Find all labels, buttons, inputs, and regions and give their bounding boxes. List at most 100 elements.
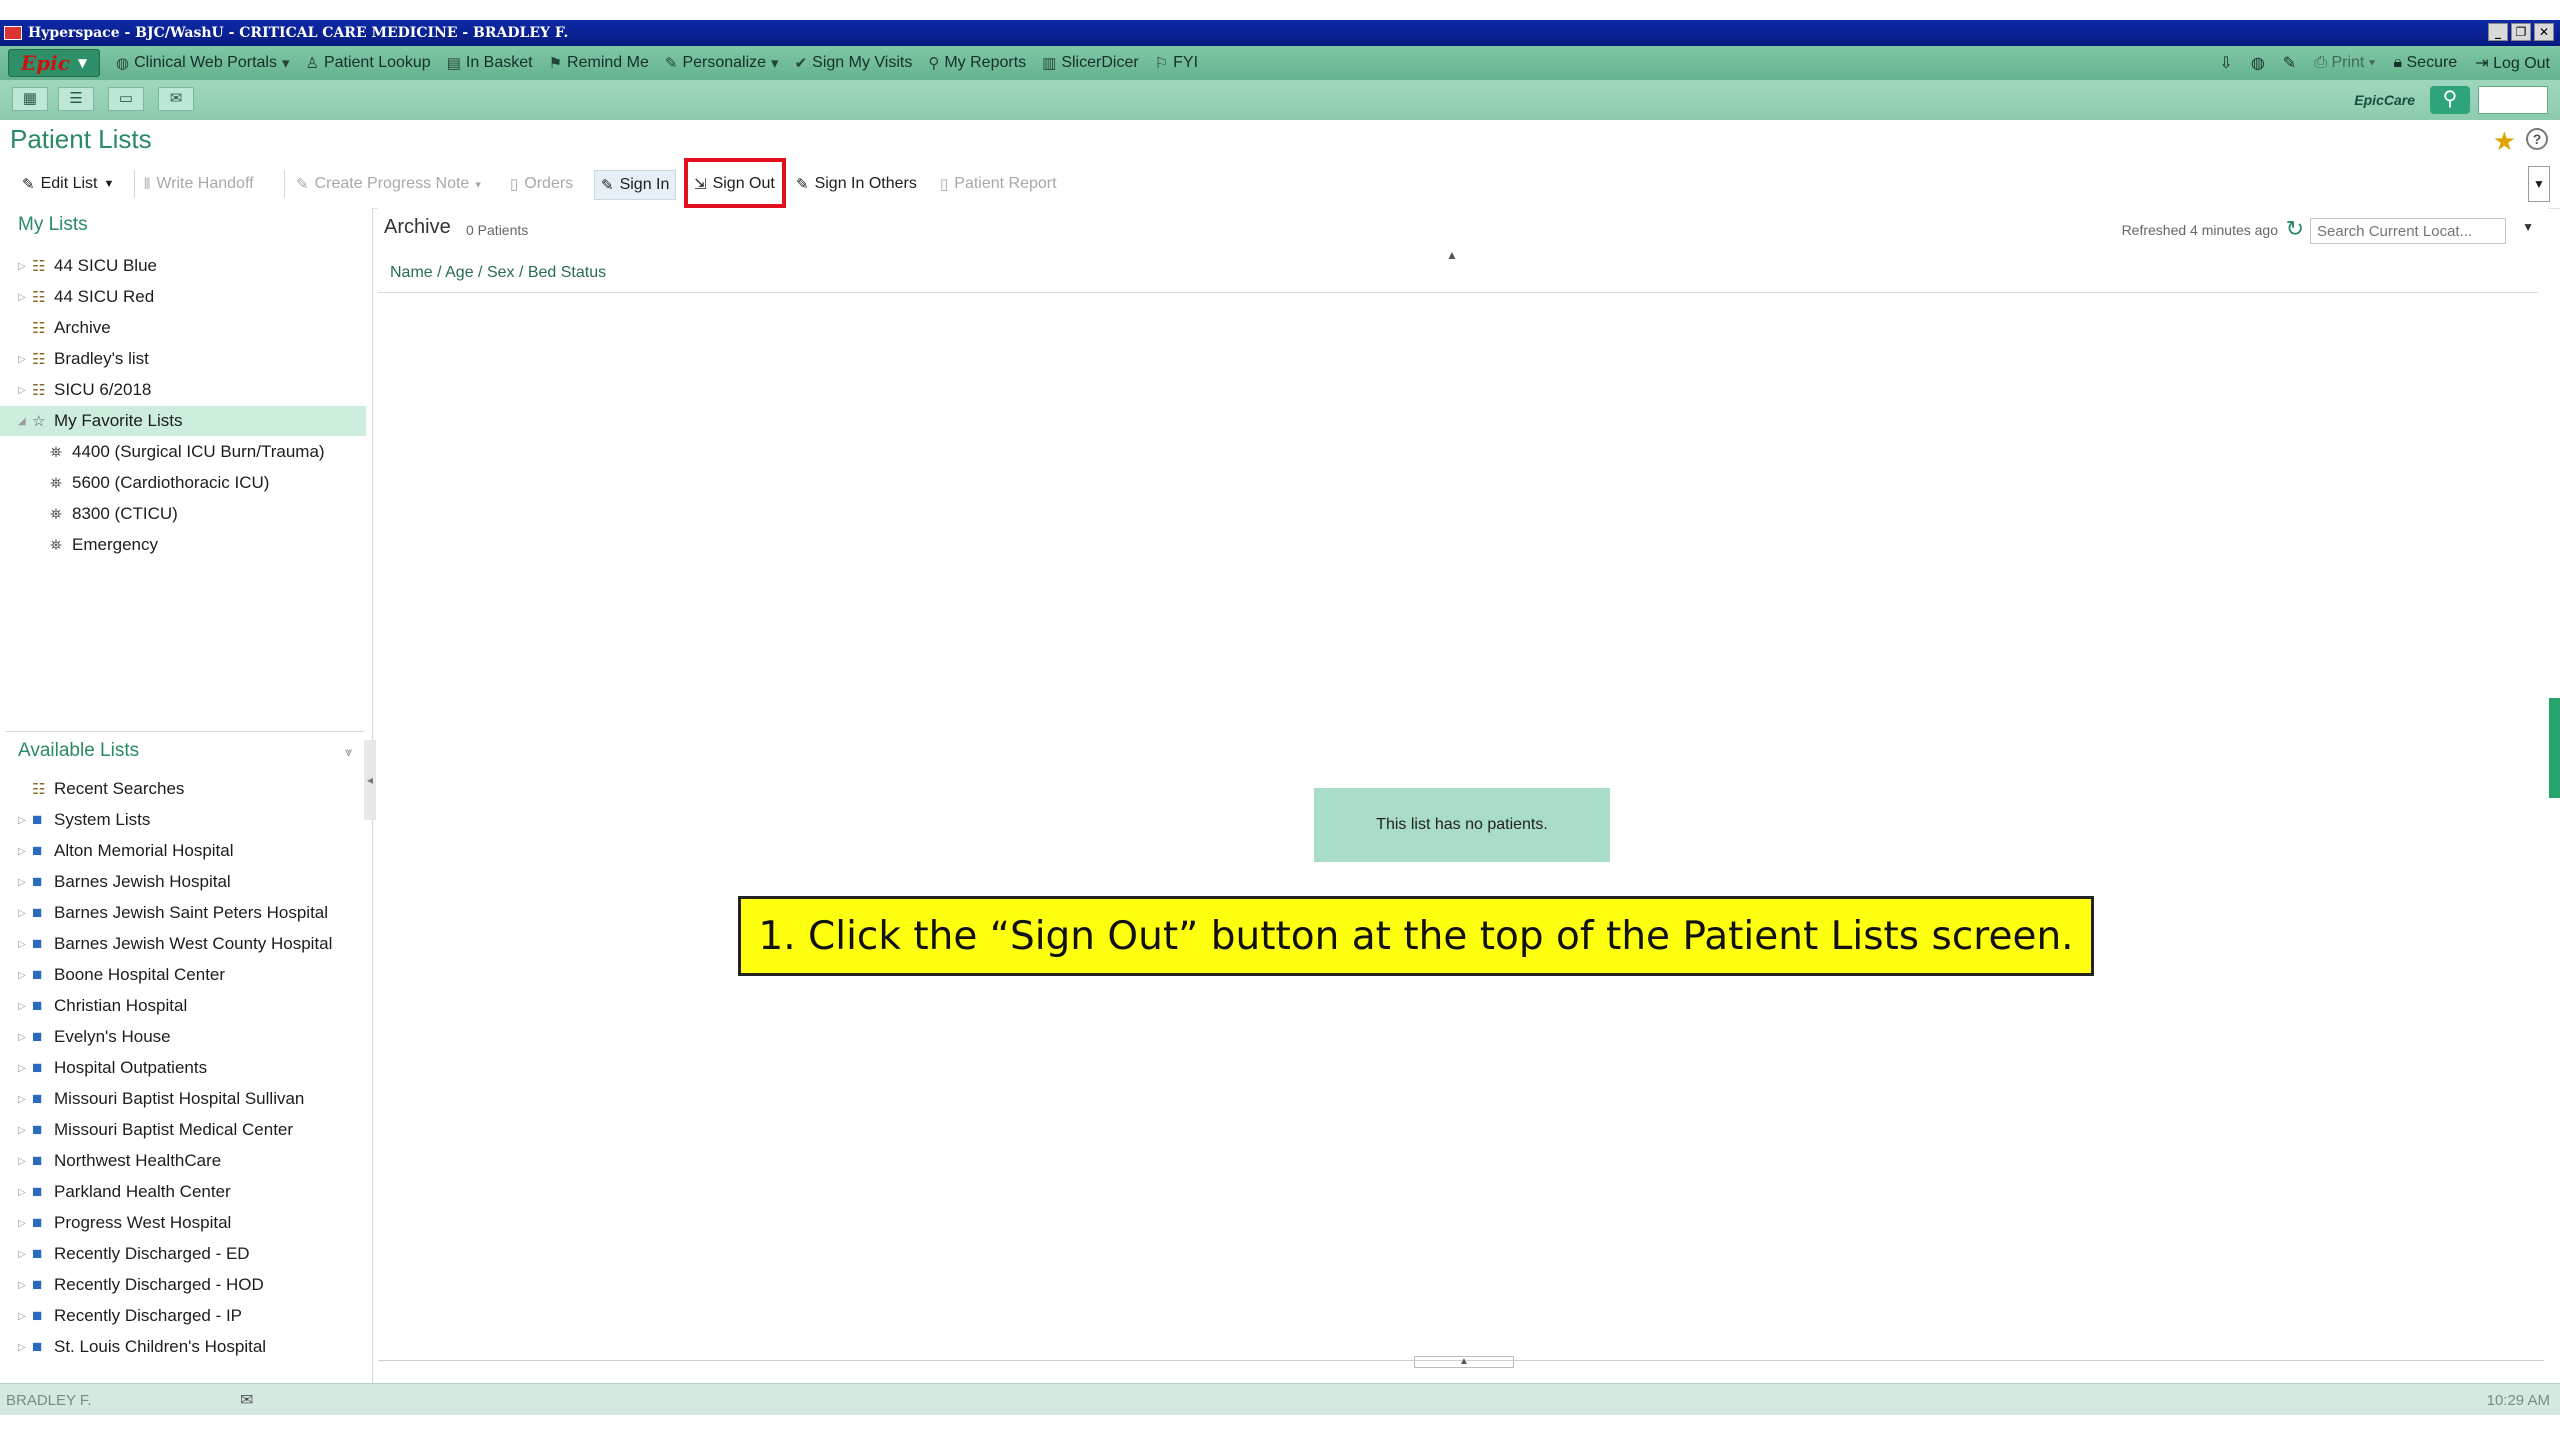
expand-icon[interactable]: ▷ (18, 1249, 32, 1260)
name-age-sex-bed-column[interactable]: Name / Age / Sex / Bed Status (390, 264, 606, 282)
help-icon[interactable]: ? (2526, 128, 2548, 150)
available-list-item[interactable]: ☷ Recent Searches (0, 774, 366, 804)
orders-button[interactable]: ▯ Orders (510, 172, 573, 196)
my-reports-button[interactable]: ⚲ My Reports (928, 54, 1026, 72)
available-list-item[interactable]: ▷ ■ Missouri Baptist Hospital Sullivan (0, 1084, 366, 1114)
available-list-item[interactable]: ▷ ■ Barnes Jewish Saint Peters Hospital (0, 898, 366, 928)
secure-button[interactable]: 🔒︎ Secure (2394, 54, 2458, 72)
sign-in-others-label: Sign In Others (814, 175, 917, 192)
remind-me-button[interactable]: ⚑ Remind Me (549, 54, 649, 72)
star-icon[interactable]: ★ (2493, 126, 2516, 157)
expand-icon[interactable]: ▷ (18, 1218, 32, 1229)
globe-icon[interactable]: ◍ (2251, 53, 2265, 73)
side-panel-tab[interactable] (2549, 698, 2560, 798)
expand-icon[interactable]: ▷ (18, 292, 32, 303)
available-list-item[interactable]: ▷ ■ Missouri Baptist Medical Center (0, 1115, 366, 1145)
available-list-item[interactable]: ▷ ■ Recently Discharged - HOD (0, 1270, 366, 1300)
print-button[interactable]: ⎙ Print ▾ (2314, 54, 2375, 72)
expand-icon[interactable]: ▷ (18, 1280, 32, 1291)
wrench-icon[interactable]: ✎ (2283, 53, 2296, 73)
schedule-icon[interactable]: ▭ (108, 87, 144, 111)
available-list-item[interactable]: ▷ ■ Christian Hospital (0, 991, 366, 1021)
expand-icon[interactable]: ▷ (18, 1001, 32, 1012)
my-list-item[interactable]: ▷ ☷ SICU 6/2018 (0, 375, 366, 405)
list-item-label: Barnes Jewish West County Hospital (54, 934, 333, 953)
column-header[interactable]: Name / Age / Sex / Bed Status (378, 254, 2538, 293)
collapse-icon[interactable]: ◢ (18, 416, 32, 427)
expand-icon[interactable]: ▷ (18, 385, 32, 396)
orders-icon: ▯ (510, 176, 519, 193)
my-list-item[interactable]: ▷ ☷ 44 SICU Blue (0, 251, 366, 281)
expand-icon[interactable]: ▷ (18, 908, 32, 919)
refresh-icon[interactable]: ↻ (2286, 216, 2304, 242)
my-lists-heading: My Lists (18, 214, 88, 235)
favorite-list-item[interactable]: ⛯ 8300 (CTICU) (0, 499, 366, 529)
expand-icon[interactable]: ▷ (18, 939, 32, 950)
expand-icon[interactable]: ▷ (18, 970, 32, 981)
edit-list-button[interactable]: ✎ Edit List ▼ (22, 172, 114, 196)
slicerdicer-button[interactable]: ▥ SlicerDicer (1042, 54, 1139, 72)
expand-icon[interactable]: ▷ (18, 1094, 32, 1105)
available-list-item[interactable]: ▷ ■ St. Louis Children's Hospital (0, 1332, 366, 1362)
expand-icon[interactable]: ▷ (18, 261, 32, 272)
available-list-item[interactable]: ▷ ■ Parkland Health Center (0, 1177, 366, 1207)
patient-report-button[interactable]: ▯ Patient Report (940, 172, 1057, 196)
patient-list-icon[interactable]: ☰ (58, 87, 94, 111)
epic-menu-button[interactable]: Epic ▼ (8, 49, 100, 77)
expand-icon[interactable]: ▷ (18, 1311, 32, 1322)
toolbar-overflow-dropdown[interactable]: ▼ (2528, 166, 2550, 202)
favorite-list-item[interactable]: ⛯ 4400 (Surgical ICU Burn/Trauma) (0, 437, 366, 467)
sign-in-button[interactable]: ✎ Sign In (594, 170, 677, 200)
write-handoff-button[interactable]: ⫴ Write Handoff (144, 172, 254, 196)
expand-icon[interactable]: ▷ (18, 1125, 32, 1136)
available-list-item[interactable]: ▷ ■ Alton Memorial Hospital (0, 836, 366, 866)
available-list-item[interactable]: ▷ ■ Northwest HealthCare (0, 1146, 366, 1176)
expand-icon[interactable]: ▷ (18, 1032, 32, 1043)
expand-icon[interactable]: ▷ (18, 815, 32, 826)
expand-icon[interactable]: ▷ (18, 354, 32, 365)
search-current-location-input[interactable] (2310, 218, 2506, 244)
sign-in-others-button[interactable]: ✎ Sign In Others (796, 172, 917, 196)
available-list-item[interactable]: ▷ ■ Progress West Hospital (0, 1208, 366, 1238)
available-list-item[interactable]: ▷ ■ Barnes Jewish Hospital (0, 867, 366, 897)
expand-icon[interactable]: ▷ (18, 1063, 32, 1074)
available-list-item[interactable]: ▷ ■ System Lists (0, 805, 366, 835)
chevron-down-icon[interactable]: ▼ (2522, 220, 2534, 234)
expand-icon[interactable]: ▷ (18, 846, 32, 857)
minimize-button[interactable]: _ (2488, 23, 2508, 41)
available-list-item[interactable]: ▷ ■ Evelyn's House (0, 1022, 366, 1052)
collapse-section-icon[interactable]: ⩔ (345, 744, 352, 760)
download-icon[interactable]: ⇩ (2219, 53, 2232, 73)
log-out-button[interactable]: ⇥ Log Out (2475, 53, 2550, 73)
calendar-icon[interactable]: ▦ (12, 87, 48, 111)
personalize-button[interactable]: ✎ Personalize ▾ (665, 54, 779, 72)
my-list-item[interactable]: ▷ ☷ 44 SICU Red (0, 282, 366, 312)
global-search-input[interactable] (2478, 86, 2548, 114)
my-favorite-lists-item[interactable]: ◢ ☆ My Favorite Lists (0, 406, 366, 436)
patient-lookup-button[interactable]: ♙ Patient Lookup (306, 54, 431, 72)
fyi-button[interactable]: ⚐ FYI (1155, 54, 1198, 72)
expand-icon[interactable]: ▷ (18, 1156, 32, 1167)
expand-icon[interactable]: ▷ (18, 1342, 32, 1353)
available-list-item[interactable]: ▷ ■ Recently Discharged - IP (0, 1301, 366, 1331)
inbox-icon[interactable]: ✉ (158, 87, 194, 111)
available-list-item[interactable]: ▷ ■ Recently Discharged - ED (0, 1239, 366, 1269)
favorite-list-item[interactable]: ⛯ 5600 (Cardiothoracic ICU) (0, 468, 366, 498)
expand-icon[interactable]: ▷ (18, 877, 32, 888)
expand-icon[interactable]: ▷ (18, 1187, 32, 1198)
in-basket-button[interactable]: ▤ In Basket (447, 54, 533, 72)
sign-my-visits-button[interactable]: ✔ Sign My Visits (795, 54, 913, 72)
my-list-item[interactable]: ☷ Archive (0, 313, 366, 343)
restore-button[interactable]: ❐ (2511, 23, 2531, 41)
favorite-list-item[interactable]: ⛯ Emergency (0, 530, 366, 560)
my-list-item[interactable]: ▷ ☷ Bradley's list (0, 344, 366, 374)
search-button[interactable]: ⚲ (2430, 86, 2470, 114)
available-list-item[interactable]: ▷ ■ Hospital Outpatients (0, 1053, 366, 1083)
available-list-item[interactable]: ▷ ■ Barnes Jewish West County Hospital (0, 929, 366, 959)
mail-icon[interactable]: ✉ (240, 1390, 253, 1410)
create-progress-note-button[interactable]: ✎ Create Progress Note ▾ (296, 172, 481, 196)
available-list-item[interactable]: ▷ ■ Boone Hospital Center (0, 960, 366, 990)
clinical-web-portals-button[interactable]: ◍ Clinical Web Portals ▾ (116, 54, 290, 72)
report-pane-toggle[interactable]: ▲ (1414, 1356, 1514, 1368)
close-button[interactable]: ✕ (2534, 23, 2554, 41)
